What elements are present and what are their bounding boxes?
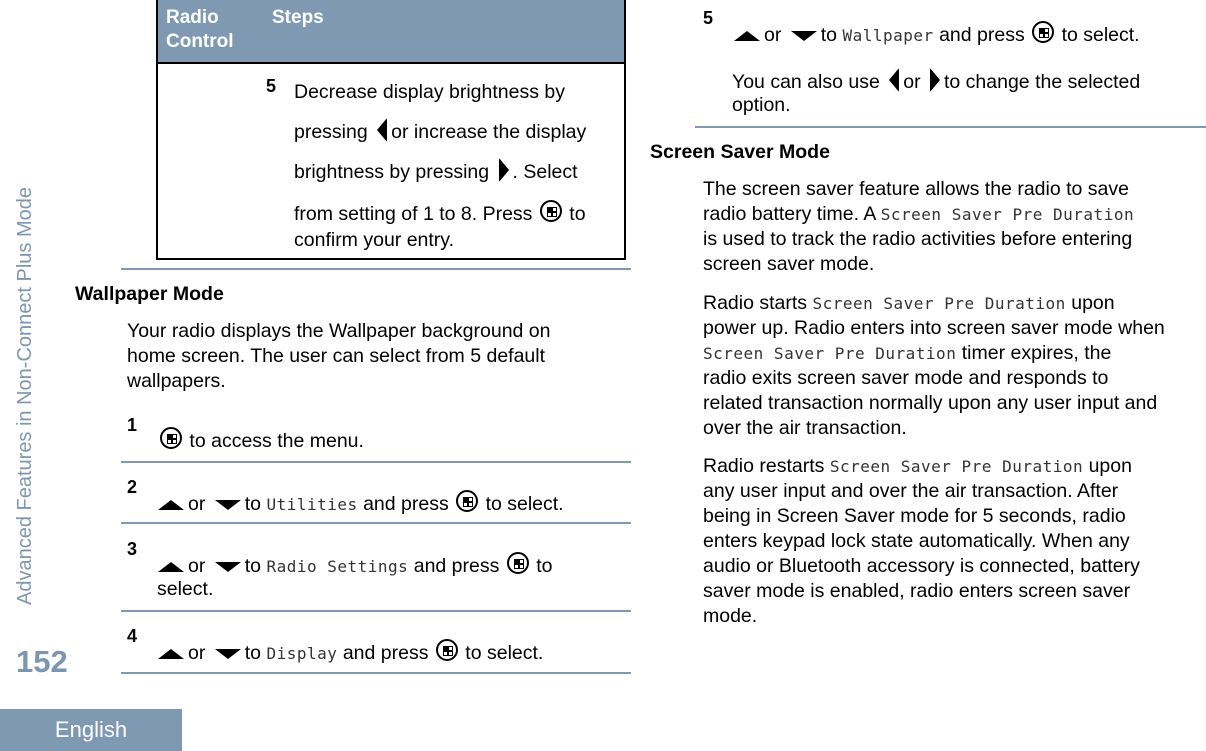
chapter-title: Advanced Features in Non-Connect Plus Mo… — [14, 186, 36, 605]
step-5-note: You can also use or to change the select… — [732, 68, 1140, 95]
step-4-number: 4 — [127, 626, 138, 646]
radio-control-cell — [157, 63, 264, 259]
step-1-number: 1 — [127, 415, 138, 435]
step-text: Decrease display brightness by pressing … — [294, 81, 587, 251]
step-divider — [121, 610, 631, 612]
term-screen-saver-pre-duration: Screen Saver Pre Duration — [880, 205, 1135, 224]
step-number: 5 — [266, 76, 277, 96]
step-3-text: or to Radio Settings and press to — [154, 552, 552, 579]
step-5-text: or to Wallpaper and press to select. — [730, 21, 1140, 48]
step-divider — [121, 672, 631, 674]
step-4-text: or to Display and press to select. — [154, 639, 543, 666]
step-5-note-cont: option. — [732, 94, 791, 116]
step-3-number: 3 — [127, 539, 138, 559]
radio-control-table: Radio Control Steps 5 Decrease display br… — [156, 0, 626, 260]
menu-ok-button-icon — [1032, 21, 1055, 43]
screen-saver-mode-heading: Screen Saver Mode — [650, 141, 830, 163]
up-arrow-icon — [158, 648, 184, 659]
language-label: English — [54, 717, 128, 742]
left-arrow-icon — [889, 68, 900, 92]
step-divider — [121, 522, 631, 524]
screen-saver-paragraph-3: Radio restarts Screen Saver Pre Duration… — [703, 455, 1140, 627]
up-arrow-icon — [158, 561, 184, 572]
down-arrow-icon — [214, 648, 241, 659]
step-1-text: to access the menu. — [158, 427, 364, 454]
down-arrow-icon — [790, 30, 817, 41]
menu-item-wallpaper: Wallpaper — [842, 26, 934, 45]
header-steps: Steps — [264, 0, 625, 64]
term-screen-saver-pre-duration: Screen Saver Pre Duration — [829, 457, 1084, 476]
up-arrow-icon — [734, 30, 760, 41]
step-2-text: or to Utilities and press to select. — [154, 490, 564, 517]
down-arrow-icon — [214, 561, 241, 572]
menu-item-radio-settings: Radio Settings — [266, 557, 409, 576]
menu-item-utilities: Utilities — [266, 495, 358, 514]
down-arrow-icon — [214, 499, 241, 510]
left-arrow-icon — [377, 118, 388, 142]
screen-saver-paragraph-2: Radio starts Screen Saver Pre Duration u… — [703, 292, 1165, 439]
steps-cell: 5 Decrease display brightness by pressin… — [264, 63, 625, 259]
language-tab: English — [0, 709, 182, 751]
term-screen-saver-pre-duration: Screen Saver Pre Duration — [812, 294, 1066, 313]
right-arrow-icon — [498, 158, 509, 182]
up-arrow-icon — [158, 499, 184, 510]
page-number: 152 — [16, 644, 68, 679]
menu-ok-button-icon — [456, 490, 479, 512]
step-2-number: 2 — [127, 477, 138, 497]
term-screen-saver-pre-duration: Screen Saver Pre Duration — [703, 344, 957, 363]
step-divider — [121, 461, 631, 463]
table-row: 5 Decrease display brightness by pressin… — [157, 63, 625, 259]
menu-item-display: Display — [266, 644, 338, 663]
section-divider — [121, 268, 631, 270]
screen-saver-paragraph-1: The screen saver feature allows the radi… — [703, 178, 1135, 275]
table-header-row: Radio Control Steps — [157, 0, 625, 64]
section-divider — [695, 126, 1206, 128]
right-arrow-icon — [930, 68, 940, 92]
step-5-number: 5 — [703, 8, 714, 28]
menu-ok-button-icon — [160, 427, 182, 449]
menu-ok-button-icon — [539, 200, 562, 222]
wallpaper-intro: Your radio displays the Wallpaper backgr… — [127, 320, 551, 392]
step-3-text-cont: select. — [157, 578, 214, 600]
wallpaper-mode-heading: Wallpaper Mode — [75, 283, 224, 305]
menu-ok-button-icon — [506, 552, 529, 574]
header-radio-control: Radio Control — [157, 0, 264, 64]
menu-ok-button-icon — [435, 639, 458, 661]
